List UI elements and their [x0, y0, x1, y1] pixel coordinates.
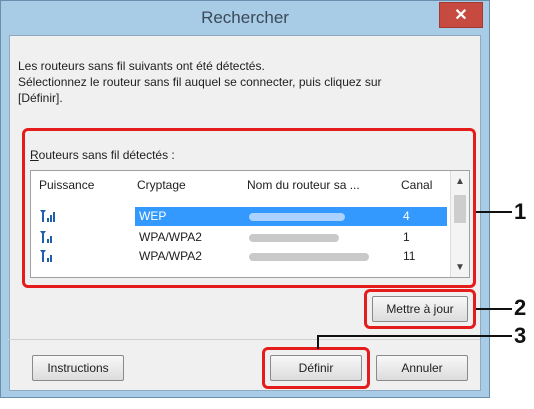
router-list-label: Routeurs sans fil détectés :: [30, 148, 175, 162]
list-header: Puissance Cryptage Nom du routeur sa ...…: [31, 171, 451, 197]
router-row[interactable]: WPA/WPA2 1: [31, 228, 451, 247]
channel-cell: 1: [403, 230, 410, 244]
router-name-cell: [249, 249, 369, 263]
close-button[interactable]: ✕: [439, 2, 483, 28]
cancel-button[interactable]: Annuler: [376, 355, 468, 381]
description-line: Les routeurs sans fil suivants ont été d…: [18, 59, 265, 73]
callout-line: [476, 211, 512, 213]
signal-strength-icon: [40, 210, 55, 222]
callout-number-1: 1: [514, 199, 527, 224]
encryption-cell: WPA/WPA2: [139, 230, 202, 244]
callout-line: [476, 308, 512, 310]
channel-cell: 4: [403, 209, 410, 223]
close-icon: ✕: [454, 7, 468, 24]
column-header-strength[interactable]: Puissance: [39, 178, 94, 192]
chevron-down-icon[interactable]: ▼: [451, 259, 469, 275]
signal-strength-icon: [40, 231, 52, 243]
chevron-up-icon[interactable]: ▲: [451, 173, 469, 189]
define-button[interactable]: Définir: [270, 355, 362, 381]
separator: [8, 339, 480, 340]
callout-line: [317, 335, 319, 349]
encryption-cell: WPA/WPA2: [139, 249, 202, 263]
title-bar: Rechercher ✕: [1, 1, 489, 35]
list-scrollbar[interactable]: ▲ ▼: [450, 171, 469, 277]
instructions-text: Les routeurs sans fil suivants ont été d…: [18, 58, 478, 106]
router-list[interactable]: Puissance Cryptage Nom du routeur sa ...…: [30, 170, 470, 278]
description-line: [Définir].: [18, 91, 63, 105]
router-name-cell: [249, 209, 345, 223]
dialog-title: Rechercher: [201, 8, 289, 27]
column-header-router-name[interactable]: Nom du routeur sa ...: [247, 178, 360, 192]
scrollbar-thumb[interactable]: [454, 195, 466, 223]
instructions-button[interactable]: Instructions: [32, 355, 124, 381]
column-header-channel[interactable]: Canal: [401, 178, 432, 192]
column-header-encryption[interactable]: Cryptage: [137, 178, 186, 192]
signal-strength-icon: [40, 250, 52, 262]
router-name-cell: [249, 230, 339, 244]
channel-cell: 11: [403, 249, 416, 263]
router-row[interactable]: WEP 4: [31, 207, 451, 226]
callout-number-2: 2: [514, 295, 527, 320]
update-button[interactable]: Mettre à jour: [372, 296, 468, 322]
callout-number-3: 3: [514, 323, 527, 348]
callout-line: [318, 335, 512, 337]
encryption-cell: WEP: [139, 209, 167, 223]
description-line: Sélectionnez le routeur sans fil auquel …: [18, 75, 382, 89]
router-row[interactable]: WPA/WPA2 11: [31, 247, 451, 266]
